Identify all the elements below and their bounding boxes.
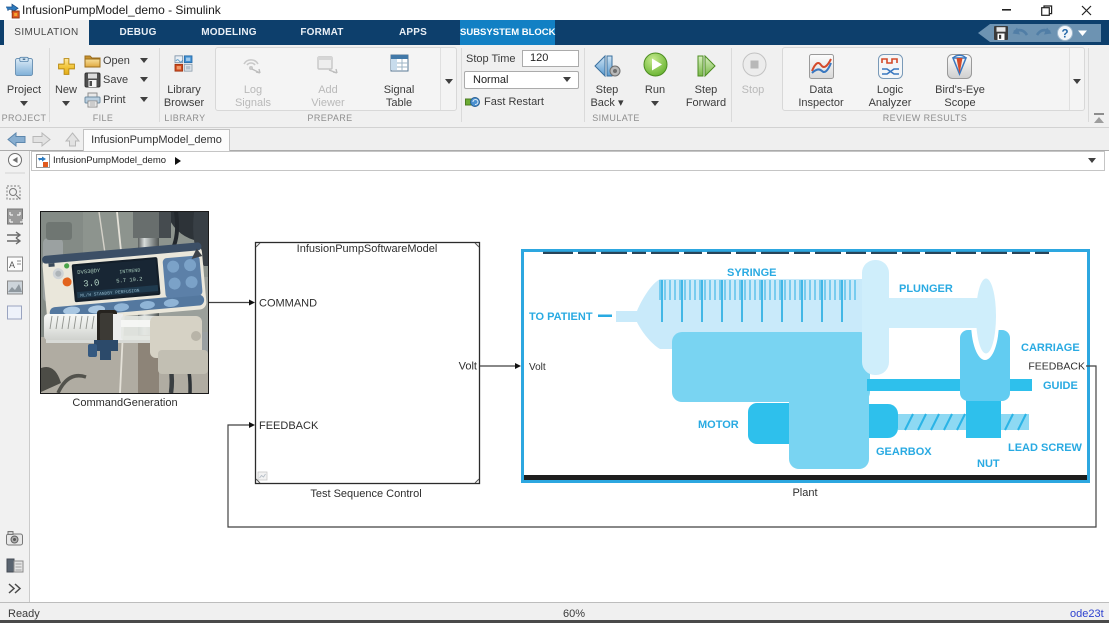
svg-text:Volt: Volt bbox=[529, 362, 546, 373]
svg-text:COMMAND: COMMAND bbox=[259, 298, 317, 310]
svg-text:3.0: 3.0 bbox=[83, 278, 100, 289]
svg-text:A: A bbox=[9, 260, 15, 270]
svg-text:CommandGeneration: CommandGeneration bbox=[72, 397, 177, 409]
svg-text:Volt: Volt bbox=[459, 361, 477, 373]
svg-text:FEEDBACK: FEEDBACK bbox=[259, 420, 319, 432]
svg-text:MOTOR: MOTOR bbox=[698, 419, 739, 431]
svg-text:InfusionPumpSoftwareModel: InfusionPumpSoftwareModel bbox=[297, 243, 438, 255]
svg-text:Plant: Plant bbox=[792, 487, 817, 499]
svg-text:SYRINGE: SYRINGE bbox=[727, 267, 777, 279]
svg-text:GUIDE: GUIDE bbox=[1043, 380, 1078, 392]
svg-text:?: ? bbox=[1061, 29, 1068, 41]
svg-text:PLUNGER: PLUNGER bbox=[899, 283, 953, 295]
svg-text:TO PATIENT: TO PATIENT bbox=[529, 311, 593, 323]
svg-text:CARRIAGE: CARRIAGE bbox=[1021, 342, 1080, 354]
svg-text:LEAD SCREW: LEAD SCREW bbox=[1008, 442, 1083, 454]
svg-text:Test Sequence Control: Test Sequence Control bbox=[310, 488, 421, 500]
svg-text:GEARBOX: GEARBOX bbox=[876, 446, 932, 458]
svg-text:FEEDBACK: FEEDBACK bbox=[1028, 361, 1085, 373]
svg-text:NUT: NUT bbox=[977, 458, 1000, 470]
